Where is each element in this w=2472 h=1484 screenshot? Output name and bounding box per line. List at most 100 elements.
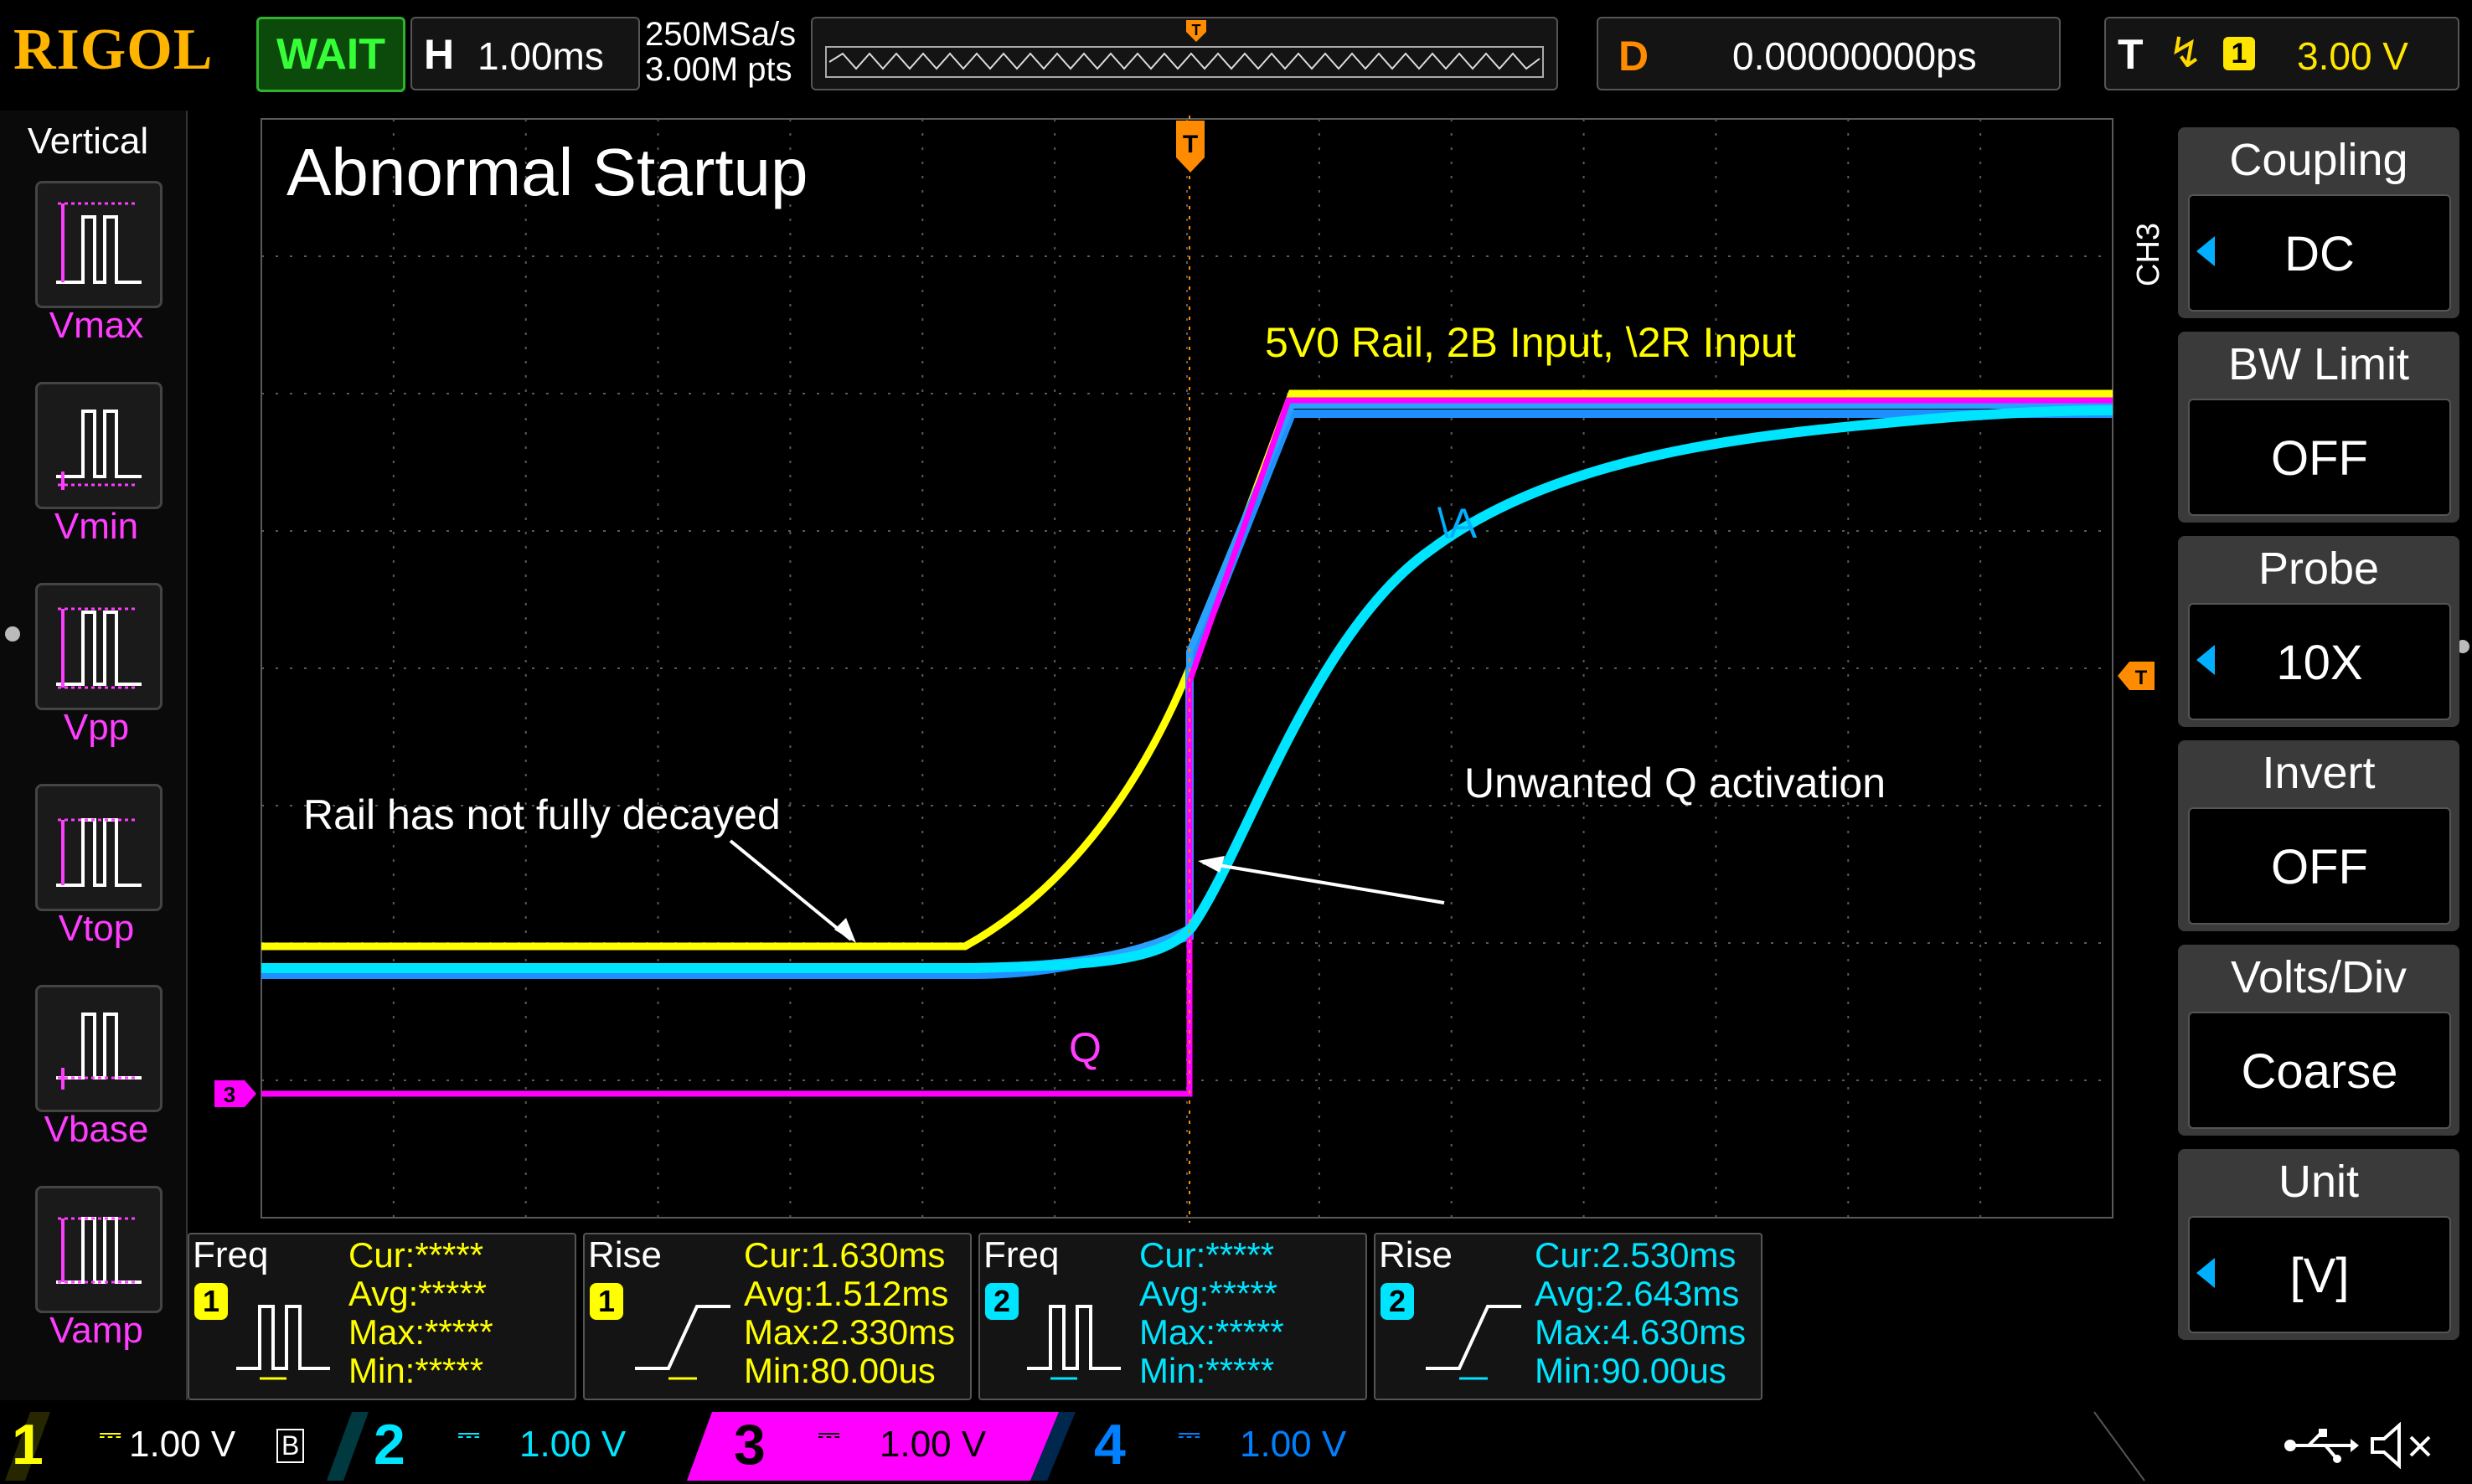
svg-text:3: 3: [224, 1082, 235, 1107]
measurement-channel-badge: 2: [1381, 1283, 1414, 1320]
rail-decay-label: Rail has not fully decayed: [303, 791, 781, 838]
ch3-offset-marker-icon[interactable]: 3: [214, 1080, 256, 1107]
invert-button[interactable]: Invert OFF: [2178, 740, 2459, 931]
a-label: \A: [1437, 500, 1478, 547]
measurement-avg: Avg:2.643ms: [1535, 1274, 1740, 1313]
coupling-button[interactable]: Coupling DC: [2178, 127, 2459, 318]
q-label: Q: [1069, 1024, 1102, 1071]
measurement-channel-badge: 1: [590, 1283, 623, 1320]
measurement-avg: Avg:*****: [1139, 1274, 1278, 1313]
measurement-cur: Cur:2.530ms: [1535, 1235, 1737, 1275]
measurement-rise-ch2[interactable]: Rise 2 Cur:2.530ms Avg:2.643ms Max:4.630…: [1374, 1233, 1762, 1400]
measurement-avg: Avg:*****: [348, 1274, 488, 1313]
delay-value: 0.00000000ps: [1732, 34, 1977, 78]
measurement-name: Rise: [588, 1234, 663, 1275]
rail-decay-arrow: [729, 839, 853, 941]
svg-text:T: T: [1192, 22, 1201, 39]
volts-div-value: Coarse: [2241, 1044, 2398, 1099]
measurement-min: Min:*****: [1139, 1351, 1275, 1390]
measurement-name: Rise: [1379, 1234, 1453, 1275]
horizontal-scale: 1.00ms: [477, 34, 604, 78]
vmin-button[interactable]: [35, 382, 163, 509]
waveform-display[interactable]: T 3 Abnormal Startup 5V0 Rail, 2B Input,…: [214, 116, 2118, 1223]
vamp-icon: [56, 1217, 142, 1284]
vmin-label: Vmin: [54, 506, 139, 547]
vpp-icon: [56, 607, 142, 689]
volts-div-button[interactable]: Volts/Div Coarse: [2178, 945, 2459, 1136]
memory-depth: 3.00M pts: [645, 51, 792, 88]
measurement-min: Min:*****: [348, 1351, 484, 1390]
rise-time-icon: [1426, 1305, 1521, 1380]
invert-value: OFF: [2271, 840, 2368, 894]
usb-icon: [2284, 1429, 2359, 1463]
ch4-scale: 1.00 V: [1240, 1424, 1347, 1465]
sample-rate: 250MSa/s: [645, 16, 797, 53]
rails-label: 5V0 Rail, 2B Input, \2R Input: [1265, 319, 1796, 366]
channel-status-bar: 1 ⎓ 1.00 V B 2 ⎓ 1.00 V 3 ⎓ 1.00 V 4 ⎓ 1…: [0, 1407, 2472, 1484]
ch2-scale: 1.00 V: [519, 1424, 627, 1465]
q-activation-arrow: [1202, 861, 1445, 904]
ch3-number[interactable]: 3: [734, 1412, 766, 1477]
vamp-button[interactable]: [35, 1186, 163, 1313]
measurement-channel-badge: 2: [985, 1283, 1019, 1320]
measurement-max: Max:*****: [348, 1312, 493, 1352]
memory-waveform-icon: T: [825, 20, 1544, 78]
probe-title: Probe: [2258, 544, 2380, 594]
ch4-coupling-icon: ⎓: [1178, 1419, 1201, 1451]
measurement-name: Freq: [983, 1234, 1060, 1275]
sound-muted-icon[interactable]: [2367, 1422, 2443, 1469]
trigger-marker-icon[interactable]: T: [1176, 121, 1205, 179]
vpp-button[interactable]: [35, 583, 163, 710]
vamp-label: Vamp: [49, 1310, 143, 1351]
ch4-number[interactable]: 4: [1094, 1412, 1126, 1477]
measurement-avg: Avg:1.512ms: [744, 1274, 949, 1313]
vbase-icon: [56, 1013, 142, 1090]
vmax-icon: [56, 202, 142, 284]
trigger-source-badge: 1: [2223, 37, 2255, 70]
vmax-button[interactable]: [35, 181, 163, 308]
measurement-freq-ch2[interactable]: Freq 2 Cur:***** Avg:***** Max:***** Min…: [978, 1233, 1367, 1400]
measurement-rise-ch1[interactable]: Rise 1 Cur:1.630ms Avg:1.512ms Max:2.330…: [583, 1233, 972, 1400]
rise-time-icon: [635, 1305, 730, 1380]
ch3-coupling-icon: ⎓: [818, 1419, 841, 1451]
vpp-label: Vpp: [63, 707, 130, 748]
bw-limit-value: OFF: [2271, 431, 2368, 486]
vbase-button[interactable]: [35, 985, 163, 1112]
scroll-dot-icon: [5, 626, 20, 642]
unit-button[interactable]: Unit [V]: [2178, 1149, 2459, 1340]
vtop-icon: [56, 818, 142, 887]
vmax-label: Vmax: [49, 305, 144, 346]
vtop-button[interactable]: [35, 784, 163, 911]
measurement-freq-ch1[interactable]: Freq 1 Cur:***** Avg:***** Max:***** Min…: [188, 1233, 576, 1400]
horizontal-key: H: [424, 31, 455, 78]
run-state-indicator[interactable]: WAIT: [256, 17, 405, 92]
measurement-min: Min:80.00us: [744, 1351, 936, 1390]
acquisition-info: 250MSa/s 3.00M pts: [645, 17, 796, 87]
volts-div-title: Volts/Div: [2230, 952, 2407, 1002]
bw-limit-title: BW Limit: [2228, 339, 2409, 389]
q-activation-label: Unwanted Q activation: [1464, 760, 1886, 806]
memory-overview[interactable]: T: [811, 17, 1558, 90]
bw-limit-button[interactable]: BW Limit OFF: [2178, 332, 2459, 523]
coupling-title: Coupling: [2229, 135, 2408, 185]
ch1-number[interactable]: 1: [12, 1412, 44, 1477]
ch2-number[interactable]: 2: [374, 1412, 405, 1477]
unit-title: Unit: [2278, 1157, 2360, 1207]
probe-button[interactable]: Probe 10X: [2178, 536, 2459, 727]
rail-decay-arrowhead-icon: [834, 918, 856, 943]
top-status-bar: RIGOL WAIT H 1.00ms 250MSa/s 3.00M pts T…: [0, 0, 2472, 102]
measurement-name: Freq: [193, 1234, 269, 1275]
delay-display[interactable]: D 0.00000000ps: [1597, 17, 2061, 90]
ch1-scale: 1.00 V: [129, 1424, 236, 1465]
vtop-label: Vtop: [58, 908, 135, 949]
trigger-display[interactable]: T ↯ 1 3.00 V: [2104, 17, 2459, 90]
measurement-cur: Cur:*****: [348, 1235, 484, 1275]
rigol-logo: RIGOL: [13, 18, 214, 82]
unit-value: [V]: [2289, 1249, 2350, 1303]
svg-text:T: T: [1183, 131, 1198, 158]
coupling-value: DC: [2284, 227, 2355, 281]
trigger-level: 3.00 V: [2297, 34, 2408, 78]
ch2-coupling-icon: ⎓: [457, 1419, 481, 1451]
measurement-min: Min:90.00us: [1535, 1351, 1726, 1390]
horizontal-timebase[interactable]: H 1.00ms: [410, 17, 640, 90]
